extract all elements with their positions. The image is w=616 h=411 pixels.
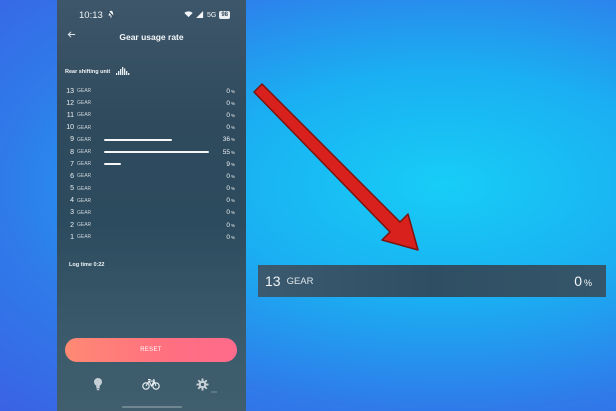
more-dots-icon bbox=[211, 380, 217, 398]
reset-button[interactable]: RESET bbox=[65, 338, 237, 362]
gear-percent: 0% bbox=[226, 185, 235, 193]
gear-label: GEAR bbox=[77, 185, 92, 192]
gear-row: 4 GEAR 0% bbox=[57, 195, 246, 207]
gear-percent: 55% bbox=[222, 148, 235, 156]
gear-number: 13 bbox=[66, 87, 74, 95]
gear-percent: 36% bbox=[222, 136, 235, 144]
zoom-gear-number: 13 bbox=[265, 273, 281, 289]
gear-percent: 0% bbox=[226, 111, 235, 119]
phone-screen: 10:13 5G 98 Gear usage rate Rear shiftin… bbox=[57, 0, 246, 411]
gear-label: GEAR bbox=[77, 100, 92, 107]
gear-row: 1 GEAR 0% bbox=[57, 231, 246, 243]
gear-row: 9 GEAR 36% bbox=[57, 134, 246, 146]
signal-icon bbox=[196, 10, 204, 20]
bicycle-icon[interactable] bbox=[140, 375, 162, 393]
gear-row: 8 GEAR 55% bbox=[57, 146, 246, 158]
network-type: 5G bbox=[206, 11, 217, 19]
red-arrow-annotation bbox=[253, 83, 419, 251]
gear-label: GEAR bbox=[77, 197, 92, 204]
gear-row: 12 GEAR 0% bbox=[57, 97, 246, 109]
gear-label: GEAR bbox=[77, 124, 92, 131]
gear-percent: 0% bbox=[226, 197, 235, 205]
gear-label: GEAR bbox=[77, 222, 92, 229]
gear-number: 11 bbox=[66, 111, 74, 119]
gear-percent: 0% bbox=[226, 87, 235, 95]
gear-row: 5 GEAR 0% bbox=[57, 183, 246, 195]
gear-label: GEAR bbox=[77, 88, 92, 95]
lightbulb-icon[interactable] bbox=[87, 375, 109, 393]
unit-label: Rear shifting unit bbox=[65, 69, 111, 75]
shifting-unit-header: Rear shifting unit bbox=[65, 67, 131, 77]
usage-bar bbox=[104, 138, 172, 141]
wifi-icon bbox=[184, 10, 193, 20]
bell-off-icon bbox=[107, 10, 115, 20]
gear-row: 7 GEAR 9% bbox=[57, 158, 246, 170]
gear-percent: 0% bbox=[226, 124, 235, 132]
gear-number: 6 bbox=[70, 172, 74, 180]
gear-label: GEAR bbox=[77, 209, 92, 216]
gear-row: 10 GEAR 0% bbox=[57, 122, 246, 134]
gear-label: GEAR bbox=[77, 149, 92, 156]
log-time: Log time 0:22 bbox=[69, 262, 105, 268]
gear-number: 10 bbox=[66, 124, 74, 132]
gear-list: 13 GEAR 0% 12 GEAR 0% 11 GEAR 0% 10 GEAR 0% 9 GEAR 36%… bbox=[57, 85, 246, 243]
gear-number: 9 bbox=[70, 136, 74, 144]
zoomed-gear-row: 13 GEAR 0% bbox=[258, 265, 606, 297]
gear-row: 3 GEAR 0% bbox=[57, 207, 246, 219]
gear-label: GEAR bbox=[77, 136, 92, 143]
zoom-gear-percent: 0% bbox=[574, 273, 592, 289]
gear-number: 7 bbox=[70, 160, 74, 168]
gear-label: GEAR bbox=[77, 173, 92, 180]
home-indicator bbox=[121, 406, 182, 408]
gear-percent: 0% bbox=[226, 172, 235, 180]
usage-bar bbox=[104, 163, 121, 166]
gear-icon[interactable] bbox=[194, 375, 217, 393]
gear-number: 12 bbox=[66, 99, 74, 107]
bottom-nav bbox=[57, 372, 246, 396]
zoom-gear-label: GEAR bbox=[286, 275, 314, 287]
gear-number: 8 bbox=[70, 148, 74, 156]
battery-icon: 98 bbox=[219, 11, 230, 19]
gear-number: 3 bbox=[70, 209, 74, 217]
gear-number: 4 bbox=[70, 197, 74, 205]
status-time: 10:13 bbox=[79, 9, 103, 21]
gear-row: 2 GEAR 0% bbox=[57, 219, 246, 231]
gear-number: 5 bbox=[70, 185, 74, 193]
gear-row: 13 GEAR 0% bbox=[57, 85, 246, 97]
gear-number: 1 bbox=[70, 233, 74, 241]
gear-percent: 0% bbox=[226, 221, 235, 229]
gear-label: GEAR bbox=[77, 112, 92, 119]
gear-percent: 0% bbox=[226, 233, 235, 241]
back-arrow-icon[interactable] bbox=[64, 29, 78, 43]
gear-label: GEAR bbox=[77, 234, 92, 241]
status-bar: 10:13 5G 98 bbox=[57, 0, 246, 30]
gear-label: GEAR bbox=[77, 161, 92, 168]
usage-bar bbox=[104, 150, 209, 153]
gear-percent: 0% bbox=[226, 99, 235, 107]
gear-row: 11 GEAR 0% bbox=[57, 109, 246, 121]
bar-chart-icon bbox=[115, 67, 131, 77]
gear-number: 2 bbox=[70, 221, 74, 229]
gear-row: 6 GEAR 0% bbox=[57, 170, 246, 182]
gear-percent: 0% bbox=[226, 209, 235, 217]
gear-percent: 9% bbox=[226, 160, 235, 168]
page-title: Gear usage rate bbox=[119, 32, 184, 42]
app-header: Gear usage rate bbox=[57, 28, 246, 46]
